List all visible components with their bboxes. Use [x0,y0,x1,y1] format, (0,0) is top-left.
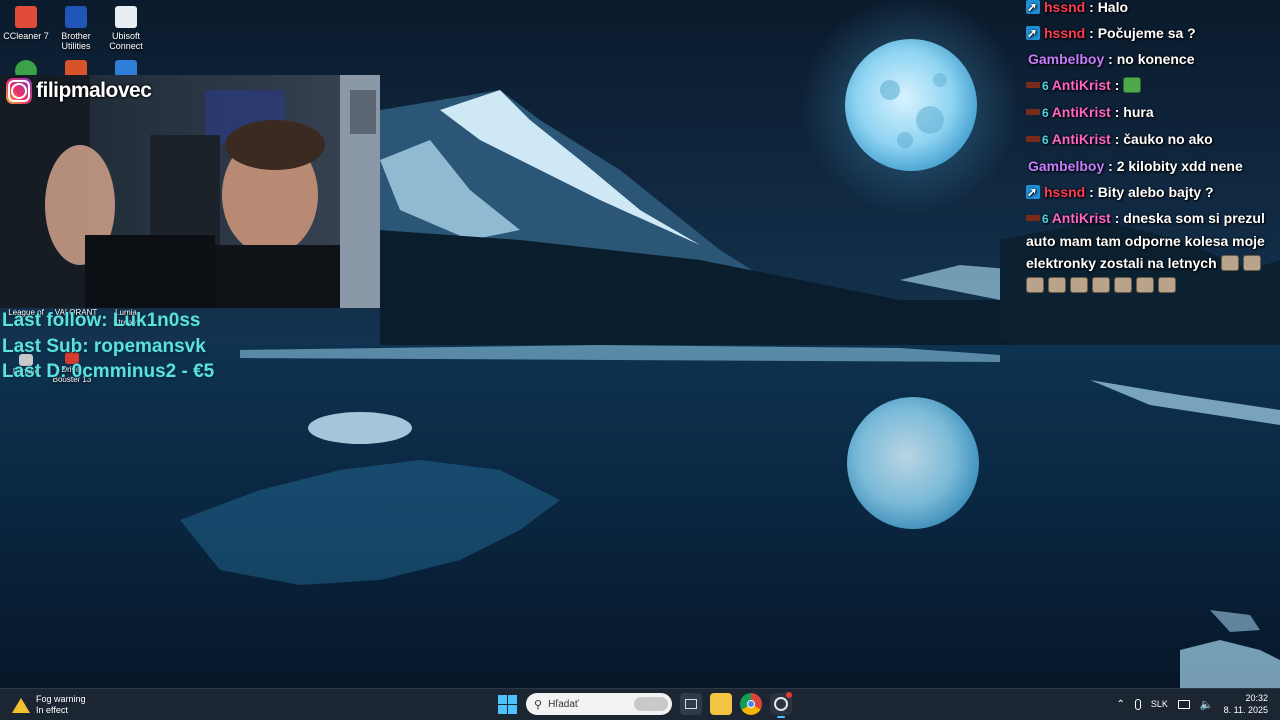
cat-emote-icon [1136,277,1154,293]
chat-message: 6 AntiKrist : [1024,74,1280,97]
chat-text: Halo [1097,0,1129,15]
instagram-tag: filipmalovec [6,78,152,104]
six-badge-icon: 6 [1042,212,1049,226]
ccleaner-icon [15,6,37,28]
cat-emote-icon [1092,277,1110,293]
prime-badge-icon [1026,0,1040,18]
six-badge-icon: 6 [1042,79,1049,93]
last-sub: Last Sub: ropemansvk [2,336,206,357]
task-view-button[interactable] [680,693,702,715]
chat-text: hura [1123,104,1154,120]
tag-badge-icon [1026,136,1040,142]
last-follow: Last follow: Luk1n0ss [2,310,201,331]
clock[interactable]: 20:32 8. 11. 2025 [1224,692,1268,716]
start-button[interactable] [496,693,518,715]
chrome-icon [747,700,755,708]
cat-emote-icon [1220,255,1239,271]
chat-username: Gambelboy [1028,158,1105,174]
prime-badge-icon [1026,181,1040,203]
cat-emote-icon [1048,277,1066,293]
chat-text: čauko no ako [1123,131,1213,147]
chat-username: hssnd [1044,25,1086,41]
chat-text: 2 kilobity xdd nene [1116,158,1243,174]
desktop-icon-brother[interactable]: Brother Utilities [50,6,102,51]
chat-message: 6 AntiKrist : dneska som si prezul auto m… [1024,207,1280,296]
chat-text: Počujeme sa ? [1097,25,1196,41]
chrome-button[interactable] [740,693,762,715]
chat-username: hssnd [1044,184,1086,200]
chat-text: no konence [1116,51,1195,67]
instagram-handle: filipmalovec [36,79,152,102]
last-donation: Last D: 0cmminus2 - €5 [2,361,215,382]
chat-text: Bity alebo bajty ? [1097,184,1214,200]
six-badge-icon: 6 [1042,106,1049,120]
six-badge-icon: 6 [1042,133,1049,147]
chat-username: AntiKrist [1051,210,1111,226]
chat-message: hssnd : Halo [1024,0,1280,18]
chat-username: AntiKrist [1051,131,1111,147]
frog-emote-icon [1123,77,1142,93]
ubisoft-icon [115,6,137,28]
webcam-image [0,75,380,308]
taskbar: Fog warning In effect ⚲ Hľadať ⌃ SLK 🔈 2… [0,688,1280,720]
obs-button[interactable] [770,692,792,718]
chevron-up-icon[interactable]: ⌃ [1117,699,1125,710]
task-view-icon [685,699,697,709]
cat-emote-icon [1242,255,1261,271]
chat-username: hssnd [1044,0,1086,15]
volume-icon[interactable]: 🔈 [1200,698,1214,711]
brother-icon [65,6,87,28]
cat-emote-icon [1158,277,1176,293]
system-tray: ⌃ SLK 🔈 20:32 8. 11. 2025 [1117,692,1268,716]
desktop-icon-ccleaner[interactable]: CCleaner 7 [0,6,52,41]
taskbar-search[interactable]: ⚲ Hľadať [526,693,672,715]
weather-subtitle: In effect [36,705,68,715]
chat-username: AntiKrist [1051,104,1111,120]
chat-message: hssnd : Bity alebo bajty ? [1024,181,1280,203]
chat-username: AntiKrist [1051,77,1111,93]
weather-title: Fog warning [36,694,86,704]
language-indicator[interactable]: SLK [1151,699,1168,709]
desktop-icon-ubisoft[interactable]: Ubisoft Connect [100,6,152,51]
cat-emote-icon [1114,277,1132,293]
tag-badge-icon [1026,215,1040,221]
weather-widget[interactable]: Fog warning In effect [12,694,86,716]
chat-overlay: hssnd : Halo hssnd : Počujeme sa ? Gambe… [1024,0,1280,300]
chat-message: 6 AntiKrist : hura [1024,101,1280,124]
search-icon: ⚲ [534,698,543,711]
prime-badge-icon [1026,22,1040,44]
search-placeholder: Hľadať [548,698,579,710]
chat-message: Gambelboy : no konence [1028,51,1195,67]
clock-time: 20:32 [1245,693,1268,703]
chat-message: 6 AntiKrist : čauko no ako [1024,128,1280,151]
webcam-feed [0,75,380,308]
active-indicator [777,716,785,718]
chat-username: Gambelboy [1028,51,1105,67]
desktop-icon-label: Ubisoft Connect [109,31,143,51]
file-explorer-button[interactable] [710,693,732,715]
instagram-icon [6,78,32,104]
clock-date: 8. 11. 2025 [1223,705,1268,715]
search-highlight-image [634,697,668,711]
taskbar-center: ⚲ Hľadať [496,692,792,718]
desktop-icon-label: Brother Utilities [61,31,91,51]
cat-emote-icon [1070,277,1088,293]
warning-icon [12,697,30,713]
obs-icon [774,697,788,711]
microphone-icon[interactable] [1134,698,1141,710]
desktop-icon-label: CCleaner 7 [3,31,49,41]
network-icon[interactable] [1177,699,1190,709]
tag-badge-icon [1026,82,1040,88]
tag-badge-icon [1026,109,1040,115]
recording-dot-icon [786,692,792,698]
cat-emote-icon [1026,277,1044,293]
chat-message: hssnd : Počujeme sa ? [1024,22,1280,44]
chat-message: Gambelboy : 2 kilobity xdd nene [1028,158,1243,174]
